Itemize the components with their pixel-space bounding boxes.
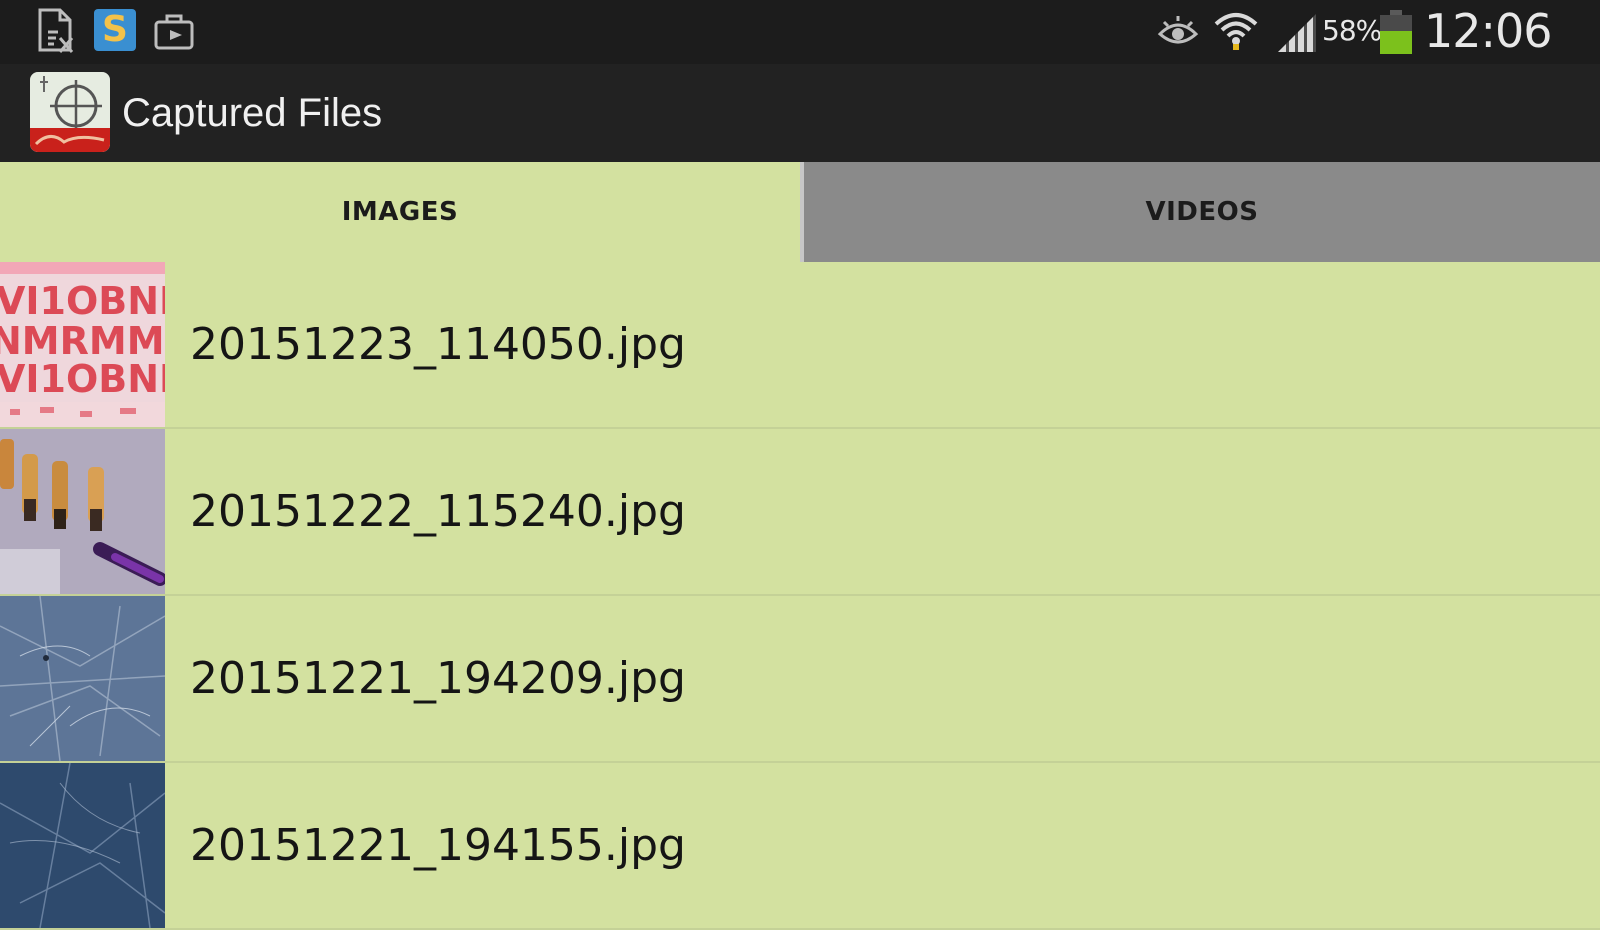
file-name: 20151221_194209.jpg xyxy=(190,653,686,704)
battery-level xyxy=(1380,31,1412,54)
list-item[interactable]: 20151222_115240.jpg xyxy=(0,429,1600,596)
list-item[interactable]: 20151221_194155.jpg xyxy=(0,763,1600,930)
page-title: Captured Files xyxy=(122,91,383,135)
file-name: 20151222_115240.jpg xyxy=(190,486,686,537)
file-name: 20151221_194155.jpg xyxy=(190,820,686,871)
s-app-icon: S xyxy=(94,9,136,51)
svg-text:VI1OBNN: VI1OBNN xyxy=(0,279,165,323)
list-item[interactable]: VI1OBNN NMRMM VI1OBNN 20151223_114050.jp… xyxy=(0,262,1600,429)
tab-images[interactable]: IMAGES xyxy=(0,162,800,262)
eye-icon xyxy=(1157,16,1199,44)
microscope-crosshair-icon[interactable] xyxy=(30,72,110,152)
file-name: 20151223_114050.jpg xyxy=(190,319,686,370)
list-item[interactable]: 20151221_194209.jpg xyxy=(0,596,1600,763)
clock: 12:06 xyxy=(1424,4,1553,58)
status-bar: S 58% 12:06 xyxy=(0,0,1600,64)
thumbnail-image xyxy=(0,429,165,594)
battery-percent: 58% xyxy=(1322,14,1382,47)
tab-bar: IMAGES VIDEOS xyxy=(0,162,1600,262)
thumbnail-image: VI1OBNN NMRMM VI1OBNN xyxy=(0,262,165,427)
thumbnail-image xyxy=(0,596,165,761)
action-bar: Captured Files xyxy=(0,64,1600,162)
briefcase-icon xyxy=(154,14,194,50)
battery-icon xyxy=(1380,10,1412,54)
signal-icon xyxy=(1278,14,1316,52)
svg-text:VI1OBNN: VI1OBNN xyxy=(0,357,165,401)
wifi-icon xyxy=(1214,13,1258,50)
file-list: VI1OBNN NMRMM VI1OBNN 20151223_114050.jp… xyxy=(0,262,1600,930)
document-x-icon xyxy=(38,8,74,53)
tab-videos[interactable]: VIDEOS xyxy=(800,162,1600,262)
thumbnail-image xyxy=(0,763,165,928)
